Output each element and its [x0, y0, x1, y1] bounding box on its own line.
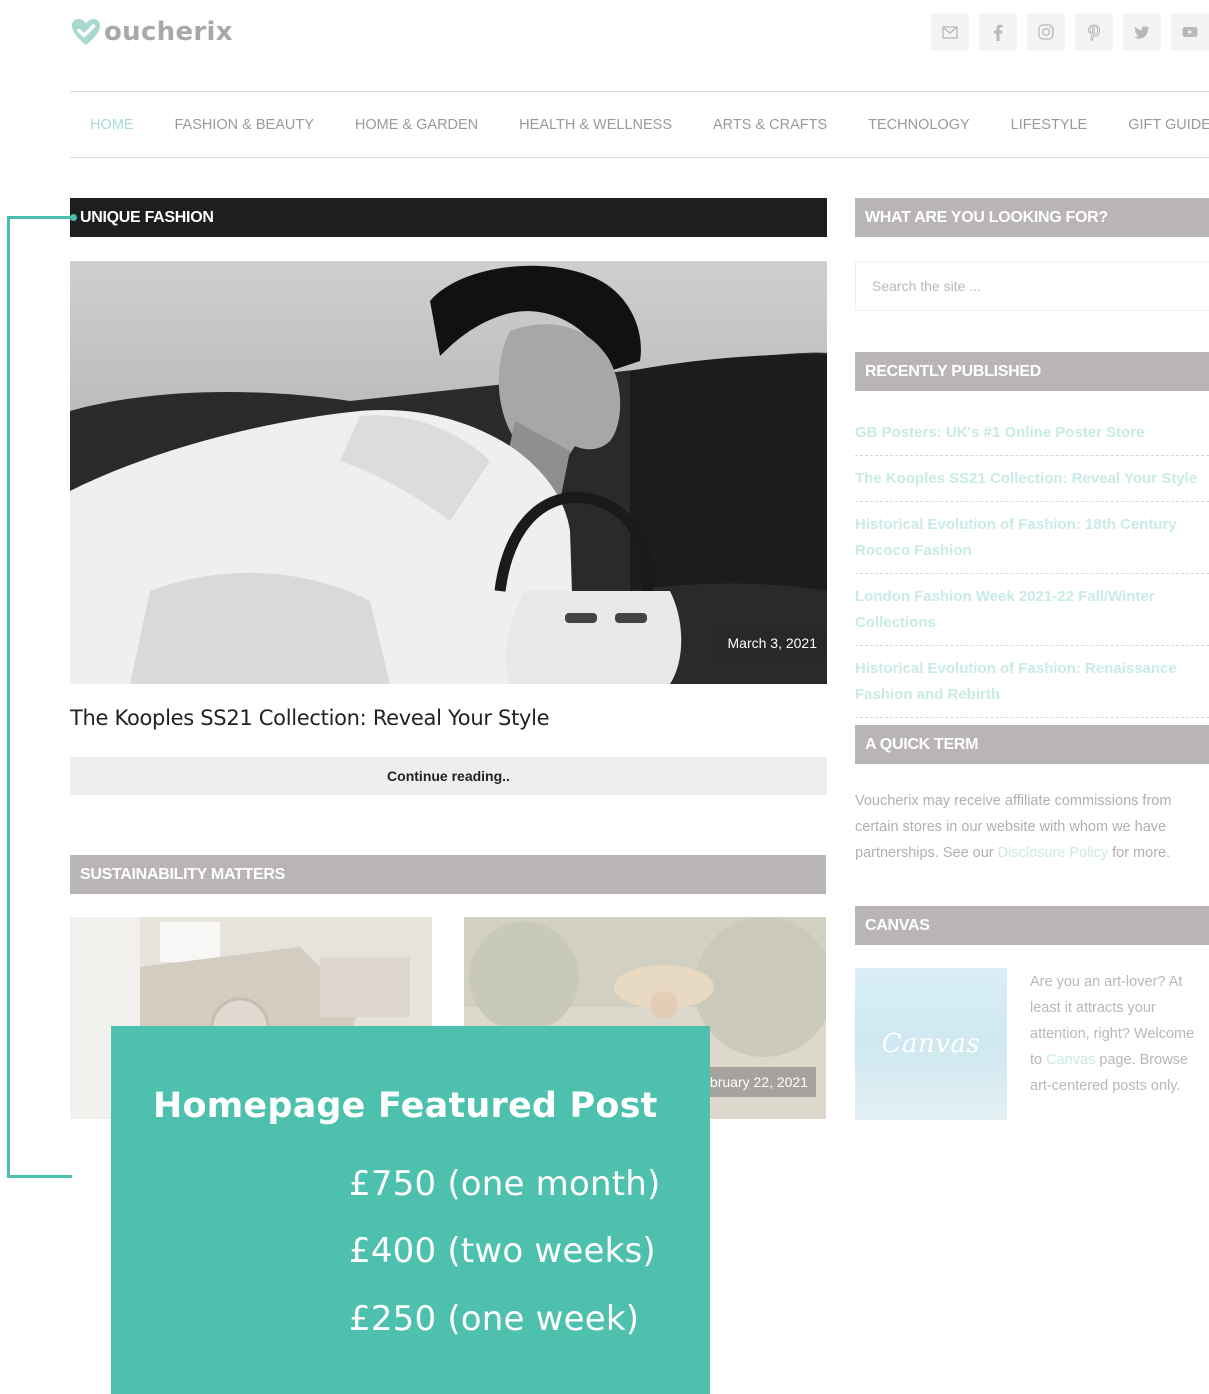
twitter-icon[interactable]	[1123, 13, 1161, 51]
recent-post-link[interactable]: London Fashion Week 2021-22 Fall/Winter …	[855, 574, 1209, 646]
featured-post-title[interactable]: The Kooples SS21 Collection: Reveal Your…	[70, 706, 550, 730]
recent-post-link[interactable]: Historical Evolution of Fashion: Renaiss…	[855, 646, 1209, 718]
email-icon[interactable]	[931, 13, 969, 51]
nav-item-fashion-beauty[interactable]: FASHION & BEAUTY	[175, 117, 314, 133]
price-two-weeks: £400 (two weeks)	[349, 1231, 656, 1271]
term-text-after: for more.	[1108, 845, 1171, 861]
nav-item-gift-guide[interactable]: GIFT GUIDE	[1128, 117, 1209, 133]
pricing-callout-title: Homepage Featured Post	[153, 1086, 658, 1126]
featured-photo	[70, 261, 827, 684]
search-input[interactable]	[872, 278, 1209, 294]
annotation-bracket	[7, 216, 72, 1178]
site-logo[interactable]: oucherix	[70, 14, 233, 50]
nav-item-home-garden[interactable]: HOME & GARDEN	[355, 117, 478, 133]
nav-item-lifestyle[interactable]: LIFESTYLE	[1011, 117, 1088, 133]
youtube-icon[interactable]	[1171, 13, 1209, 51]
featured-post-image[interactable]: March 3, 2021	[70, 261, 827, 684]
annotation-bracket-dot	[70, 214, 77, 221]
section-header-unique-fashion: UNIQUE FASHION	[70, 198, 827, 237]
canvas-image[interactable]: Canvas	[855, 968, 1007, 1120]
nav-item-technology[interactable]: TECHNOLOGY	[868, 117, 970, 133]
disclosure-policy-link[interactable]: Disclosure Policy	[998, 845, 1108, 861]
continue-reading-button[interactable]: Continue reading..	[70, 757, 827, 795]
section-header-recently-published: RECENTLY PUBLISHED	[855, 352, 1209, 391]
canvas-page-link[interactable]: Canvas	[1046, 1052, 1095, 1068]
section-header-canvas: CANVAS	[855, 906, 1209, 945]
main-navigation: HOME FASHION & BEAUTY HOME & GARDEN HEAL…	[70, 91, 1209, 158]
nav-item-health-wellness[interactable]: HEALTH & WELLNESS	[519, 117, 672, 133]
section-header-search: WHAT ARE YOU LOOKING FOR?	[855, 198, 1209, 237]
price-one-month: £750 (one month)	[349, 1164, 661, 1204]
nav-item-home[interactable]: HOME	[90, 117, 134, 133]
social-links	[931, 13, 1209, 51]
check-heart-icon	[70, 16, 102, 48]
search-field-wrapper	[855, 261, 1209, 311]
recent-posts-list: GB Posters: UK's #1 Online Poster Store …	[855, 410, 1209, 718]
nav-item-arts-crafts[interactable]: ARTS & CRAFTS	[713, 117, 827, 133]
section-header-quick-term: A QUICK TERM	[855, 725, 1209, 764]
canvas-description: Are you an art-lover? At least it attrac…	[1030, 969, 1209, 1099]
recent-post-link[interactable]: The Kooples SS21 Collection: Reveal Your…	[855, 456, 1209, 502]
section-header-sustainability: SUSTAINABILITY MATTERS	[70, 855, 826, 894]
recent-post-link[interactable]: GB Posters: UK's #1 Online Poster Store	[855, 410, 1209, 456]
affiliate-disclosure-text: Voucherix may receive affiliate commissi…	[855, 788, 1209, 866]
recent-post-link[interactable]: Historical Evolution of Fashion: 18th Ce…	[855, 502, 1209, 574]
pinterest-icon[interactable]	[1075, 13, 1113, 51]
canvas-image-logo: Canvas	[881, 1029, 981, 1059]
featured-post-date: March 3, 2021	[717, 627, 827, 659]
instagram-icon[interactable]	[1027, 13, 1065, 51]
site-logo-text: oucherix	[104, 17, 233, 47]
pricing-callout: Homepage Featured Post £750 (one month) …	[111, 1026, 710, 1394]
facebook-icon[interactable]	[979, 13, 1017, 51]
price-one-week: £250 (one week)	[349, 1299, 640, 1339]
